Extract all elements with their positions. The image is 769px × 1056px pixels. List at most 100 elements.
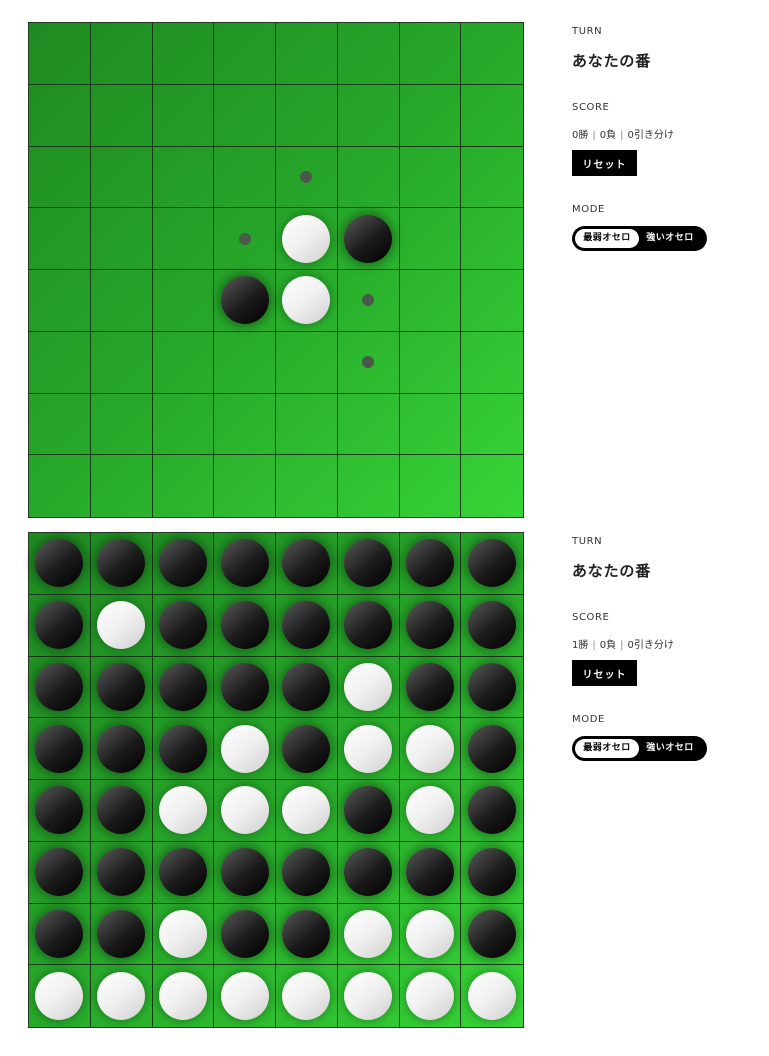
board-cell[interactable] <box>90 146 153 209</box>
board-cell[interactable] <box>90 656 153 719</box>
board-cell[interactable] <box>214 533 276 595</box>
board-cell[interactable] <box>399 84 462 147</box>
mode-toggle[interactable]: 最弱オセロ 強いオセロ <box>572 736 707 761</box>
board-cell[interactable] <box>461 85 523 147</box>
board-cell[interactable] <box>276 656 338 719</box>
board-cell[interactable] <box>338 965 400 1027</box>
board-cell[interactable] <box>461 718 523 780</box>
board-cell[interactable] <box>337 780 400 842</box>
board-cell[interactable] <box>214 393 276 456</box>
board-cell[interactable] <box>214 270 276 332</box>
board-cell[interactable] <box>337 718 400 780</box>
board-cell[interactable] <box>461 208 523 270</box>
board-cell[interactable] <box>461 657 523 719</box>
board-cell[interactable] <box>276 270 338 332</box>
board-cell[interactable] <box>90 23 153 85</box>
board-cell[interactable] <box>214 84 276 147</box>
mode-option-strong[interactable]: 強いオセロ <box>639 739 701 758</box>
mode-toggle[interactable]: 最弱オセロ 強いオセロ <box>572 226 707 251</box>
board-cell[interactable] <box>152 270 215 332</box>
mode-option-weakest[interactable]: 最弱オセロ <box>575 229 639 248</box>
board-cell[interactable] <box>214 208 276 270</box>
board-cell[interactable] <box>276 146 338 209</box>
board-cell[interactable] <box>276 965 338 1027</box>
board-cell[interactable] <box>90 84 153 147</box>
board-cell[interactable] <box>90 718 153 780</box>
board-cell[interactable] <box>90 594 153 657</box>
board-cell[interactable] <box>91 965 153 1027</box>
board-cell[interactable] <box>461 455 523 517</box>
reset-button[interactable]: リセット <box>572 150 637 176</box>
board-cell[interactable] <box>214 594 276 657</box>
mode-option-weakest[interactable]: 最弱オセロ <box>575 739 639 758</box>
board-cell[interactable] <box>91 455 153 517</box>
board-cell[interactable] <box>214 23 276 85</box>
board-cell[interactable] <box>337 331 400 394</box>
board-cell[interactable] <box>399 270 462 332</box>
legal-move-hint-icon[interactable] <box>362 356 375 369</box>
board-cell[interactable] <box>276 903 338 966</box>
board-cell[interactable] <box>153 965 215 1027</box>
board-cell[interactable] <box>399 718 462 780</box>
board-cell[interactable] <box>214 455 276 517</box>
board-cell[interactable] <box>90 270 153 332</box>
board-cell[interactable] <box>90 903 153 966</box>
board-cell[interactable] <box>337 594 400 657</box>
board-cell[interactable] <box>152 841 215 904</box>
board-cell[interactable] <box>214 903 276 966</box>
legal-move-hint-icon[interactable] <box>300 170 313 183</box>
board-cell[interactable] <box>276 331 338 394</box>
board-cell[interactable] <box>29 455 91 517</box>
othello-board[interactable] <box>28 22 524 518</box>
board-cell[interactable] <box>29 718 91 780</box>
board-cell[interactable] <box>214 331 276 394</box>
board-cell[interactable] <box>276 23 338 85</box>
board-cell[interactable] <box>214 146 276 209</box>
board-cell[interactable] <box>399 656 462 719</box>
board-cell[interactable] <box>214 718 276 780</box>
board-cell[interactable] <box>214 656 276 719</box>
board-cell[interactable] <box>399 208 462 270</box>
board-cell[interactable] <box>337 84 400 147</box>
board-cell[interactable] <box>461 842 523 904</box>
board-cell[interactable] <box>276 780 338 842</box>
board-cell[interactable] <box>461 780 523 842</box>
board-cell[interactable] <box>337 841 400 904</box>
board-cell[interactable] <box>276 208 338 270</box>
board-cell[interactable] <box>337 656 400 719</box>
board-cell[interactable] <box>461 965 523 1027</box>
board-cell[interactable] <box>399 146 462 209</box>
board-cell[interactable] <box>337 270 400 332</box>
board-cell[interactable] <box>276 718 338 780</box>
board-cell[interactable] <box>337 533 400 595</box>
reset-button[interactable]: リセット <box>572 660 637 686</box>
board-cell[interactable] <box>152 594 215 657</box>
board-cell[interactable] <box>90 841 153 904</box>
board-cell[interactable] <box>461 147 523 209</box>
board-cell[interactable] <box>400 455 462 517</box>
board-cell[interactable] <box>276 841 338 904</box>
board-cell[interactable] <box>337 903 400 966</box>
board-cell[interactable] <box>152 146 215 209</box>
board-cell[interactable] <box>461 270 523 332</box>
board-cell[interactable] <box>152 23 215 85</box>
board-cell[interactable] <box>29 84 91 147</box>
board-cell[interactable] <box>337 23 400 85</box>
board-cell[interactable] <box>399 903 462 966</box>
board-cell[interactable] <box>276 393 338 456</box>
board-cell[interactable] <box>29 780 91 842</box>
board-cell[interactable] <box>276 594 338 657</box>
board-cell[interactable] <box>29 841 91 904</box>
board-cell[interactable] <box>276 84 338 147</box>
board-cell[interactable] <box>29 331 91 394</box>
board-cell[interactable] <box>276 455 338 517</box>
board-cell[interactable] <box>399 23 462 85</box>
board-cell[interactable] <box>337 393 400 456</box>
board-cell[interactable] <box>399 780 462 842</box>
board-cell[interactable] <box>90 780 153 842</box>
board-cell[interactable] <box>29 533 91 595</box>
board-cell[interactable] <box>29 656 91 719</box>
board-cell[interactable] <box>461 23 523 85</box>
board-cell[interactable] <box>337 146 400 209</box>
board-cell[interactable] <box>90 393 153 456</box>
